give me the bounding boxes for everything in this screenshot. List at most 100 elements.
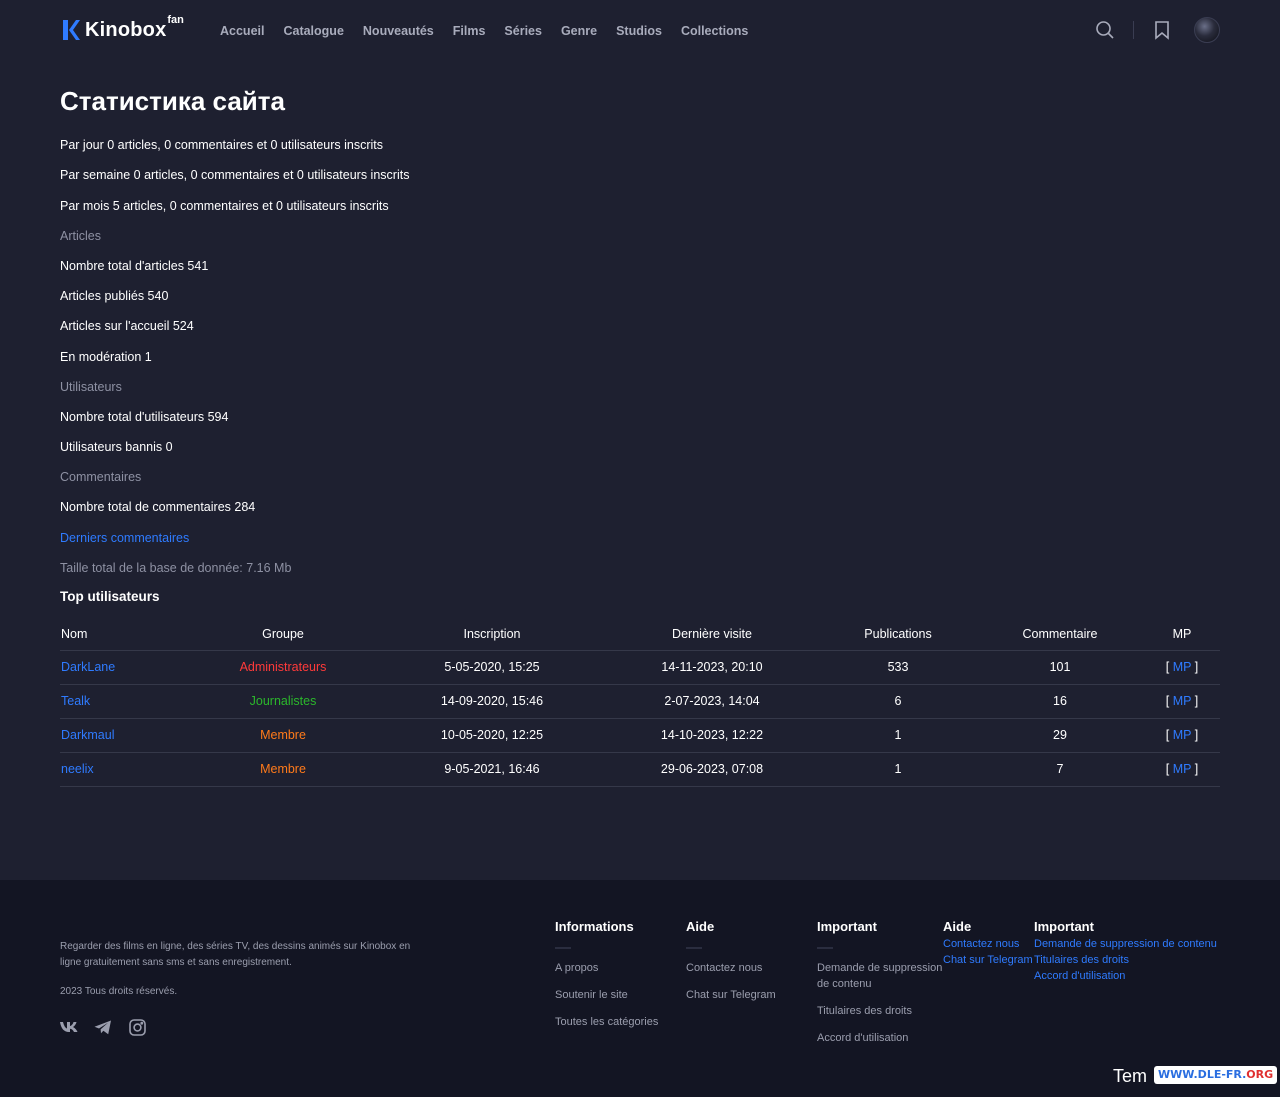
user-publications: 1 — [894, 728, 902, 742]
top-users-table: Nom Groupe Inscription Dernière visite P… — [60, 620, 1220, 787]
footer-col-title: Important — [817, 919, 877, 934]
footer-col-divider — [817, 947, 833, 949]
user-inscription: 9-05-2021, 16:46 — [444, 762, 540, 776]
footer-link-contact[interactable]: Contactez nous — [686, 960, 776, 976]
top-users-title: Top utilisateurs — [60, 589, 160, 604]
social-links — [60, 1018, 146, 1036]
logo-text: Kinobox — [85, 19, 167, 41]
badge-text-tld: ORG — [1246, 1068, 1274, 1081]
nav-item-collections[interactable]: Collections — [681, 23, 748, 39]
last-comments-link[interactable]: Derniers commentaires — [60, 530, 189, 546]
section-label-users: Utilisateurs — [60, 380, 122, 394]
footer-link-telegram[interactable]: Chat sur Telegram — [686, 987, 776, 1003]
footer-link-telegram-alt[interactable]: Chat sur Telegram — [943, 952, 1033, 968]
footer-col-important-alt: Important Demande de suppression de cont… — [1034, 918, 1217, 984]
mp-link[interactable]: MP — [1173, 728, 1192, 742]
col-header-derniere-visite: Dernière visite — [672, 627, 752, 641]
kinobox-logo-icon — [61, 18, 81, 42]
mp-link[interactable]: MP — [1173, 694, 1192, 708]
table-row: Tealk Journalistes 14-09-2020, 15:46 2-0… — [60, 685, 1220, 719]
stats-page: Статистика сайта Par jour 0 articles, 0 … — [60, 84, 1220, 787]
col-header-mp: MP — [1172, 627, 1192, 641]
footer-link-suppression-alt[interactable]: Demande de suppression de contenu — [1034, 936, 1217, 952]
nav-item-accueil[interactable]: Accueil — [220, 23, 264, 39]
stat-total-comments: Nombre total de commentaires 284 — [60, 500, 256, 514]
stat-published-articles: Articles publiés 540 — [60, 289, 169, 303]
user-comments: 16 — [1053, 694, 1067, 708]
site-logo[interactable]: Kinobox fan — [61, 14, 184, 42]
section-label-comments: Commentaires — [60, 470, 142, 484]
main-nav: Accueil Catalogue Nouveautés Films Série… — [220, 23, 767, 39]
col-header-inscription: Inscription — [463, 627, 521, 641]
stat-per-day: Par jour 0 articles, 0 commentaires et 0… — [60, 138, 384, 152]
site-header: Kinobox fan Accueil Catalogue Nouveautés… — [0, 0, 1280, 62]
footer-link-suppression[interactable]: Demande de suppression de contenu — [817, 960, 943, 992]
avatar[interactable] — [1194, 17, 1220, 43]
user-inscription: 14-09-2020, 15:46 — [440, 694, 544, 708]
user-group: Membre — [260, 762, 306, 776]
user-name-link[interactable]: Tealk — [61, 685, 90, 718]
nav-item-genre[interactable]: Genre — [561, 23, 597, 39]
user-comments: 101 — [1049, 660, 1071, 674]
bookmark-icon[interactable] — [1148, 16, 1176, 44]
footer-link-soutenir[interactable]: Soutenir le site — [555, 987, 658, 1003]
nav-item-catalogue[interactable]: Catalogue — [283, 23, 343, 39]
user-publications: 1 — [894, 762, 902, 776]
mp-link[interactable]: MP — [1173, 660, 1192, 674]
telegram-icon[interactable] — [94, 1018, 112, 1036]
user-name-link[interactable]: DarkLane — [61, 651, 115, 684]
header-actions — [1091, 16, 1220, 44]
user-comments: 29 — [1053, 728, 1067, 742]
nav-item-studios[interactable]: Studios — [616, 23, 662, 39]
user-last-visit: 14-11-2023, 20:10 — [661, 660, 763, 674]
user-group: Administrateurs — [239, 660, 327, 674]
footer-col-divider — [555, 947, 571, 949]
site-footer: Regarder des films en ligne, des séries … — [0, 880, 1280, 1097]
footer-col-title: Aide — [943, 919, 972, 934]
stat-moderation: En modération 1 — [60, 350, 152, 364]
col-header-nom: Nom — [61, 627, 88, 641]
logo-sup: fan — [167, 14, 184, 26]
col-header-commentaire: Commentaire — [1022, 627, 1098, 641]
stat-db-size: Taille total de la base de donnée: 7.16 … — [60, 561, 292, 575]
table-row: Darkmaul Membre 10-05-2020, 12:25 14-10-… — [60, 719, 1220, 753]
user-last-visit: 14-10-2023, 12:22 — [660, 728, 764, 742]
footer-link-accord-alt[interactable]: Accord d'utilisation — [1034, 968, 1217, 984]
stat-home-articles: Articles sur l'accueil 524 — [60, 319, 194, 333]
user-group: Journalistes — [249, 694, 317, 708]
mp-link[interactable]: MP — [1173, 762, 1192, 776]
badge-text-main: WWW.DLE-FR. — [1158, 1068, 1247, 1081]
user-publications: 533 — [887, 660, 909, 674]
footer-link-a-propos[interactable]: A propos — [555, 960, 658, 976]
footer-link-titulaires[interactable]: Titulaires des droits — [817, 1003, 943, 1019]
user-name-link[interactable]: neelix — [61, 753, 94, 786]
dle-fr-badge[interactable]: WWW.DLE-FR.ORG — [1154, 1066, 1278, 1084]
footer-col-important: Important Demande de suppression de cont… — [817, 918, 943, 1057]
user-group: Membre — [260, 728, 306, 742]
footer-link-titulaires-alt[interactable]: Titulaires des droits — [1034, 952, 1217, 968]
nav-item-series[interactable]: Séries — [504, 23, 542, 39]
nav-item-nouveautes[interactable]: Nouveautés — [363, 23, 434, 39]
footer-col-title: Aide — [686, 919, 715, 934]
footer-link-contact-alt[interactable]: Contactez nous — [943, 936, 1033, 952]
stat-per-week: Par semaine 0 articles, 0 commentaires e… — [60, 168, 410, 182]
user-inscription: 5-05-2020, 15:25 — [444, 660, 540, 674]
stat-banned-users: Utilisateurs bannis 0 — [60, 440, 173, 454]
col-header-groupe: Groupe — [262, 627, 304, 641]
page-title: Статистика сайта — [60, 86, 285, 116]
user-publications: 6 — [894, 694, 902, 708]
user-name-link[interactable]: Darkmaul — [61, 719, 115, 752]
user-mp-cell: [ MP ] — [1165, 762, 1199, 776]
footer-link-categories[interactable]: Toutes les catégories — [555, 1014, 658, 1030]
table-header-row: Nom Groupe Inscription Dernière visite P… — [60, 620, 1220, 651]
footer-copyright: 2023 Tous droits réservés. — [60, 986, 178, 997]
table-row: DarkLane Administrateurs 5-05-2020, 15:2… — [60, 651, 1220, 685]
footer-link-accord[interactable]: Accord d'utilisation — [817, 1030, 943, 1046]
user-mp-cell: [ MP ] — [1165, 694, 1199, 708]
vk-icon[interactable] — [60, 1018, 78, 1036]
footer-description: Regarder des films en ligne, des séries … — [60, 941, 411, 968]
nav-item-films[interactable]: Films — [453, 23, 486, 39]
search-icon[interactable] — [1091, 16, 1119, 44]
instagram-icon[interactable] — [128, 1018, 146, 1036]
user-inscription: 10-05-2020, 12:25 — [440, 728, 544, 742]
